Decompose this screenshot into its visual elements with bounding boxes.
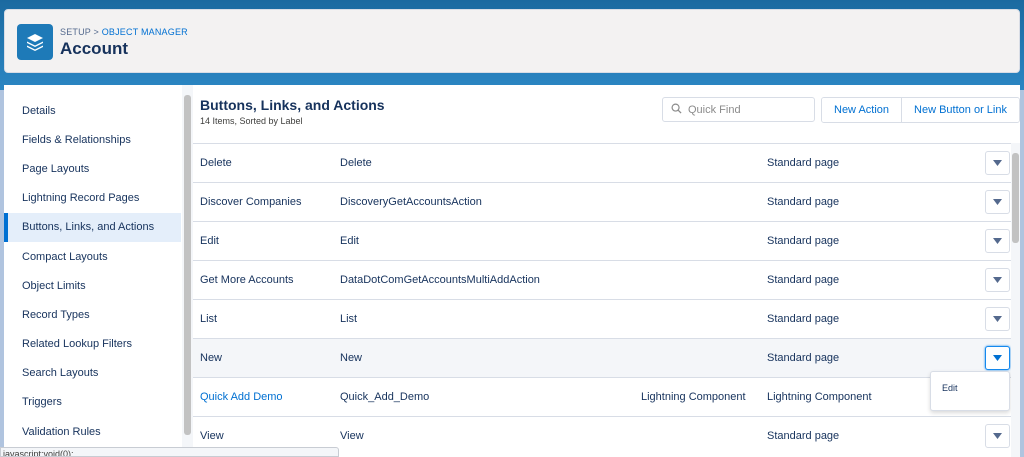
table-row: Delete Delete Standard page [193,143,1011,182]
sidebar-item-details[interactable]: Details [4,96,181,125]
row-actions-button[interactable] [985,190,1010,214]
row-name: Delete [340,157,372,169]
row-content-source: Lightning Component [767,391,872,403]
breadcrumb-separator: > [90,27,102,37]
row-name: List [340,313,358,325]
sidebar-item-label: Fields & Relationships [22,133,131,146]
row-name: Quick_Add_Demo [340,391,430,403]
row-label: List [200,313,218,325]
item-count: 14 Items, Sorted by Label [200,116,303,126]
row-label: Edit [200,235,219,247]
section-title: Buttons, Links, and Actions [200,97,385,113]
sidebar-item-record-types[interactable]: Record Types [4,300,181,329]
row-label: New [200,352,223,364]
row-content-source: Standard page [767,274,840,286]
new-button-or-link-button[interactable]: New Button or Link [901,98,1019,122]
sidebar-item-label: Lightning Record Pages [22,192,140,205]
row-label: Discover Companies [200,196,302,208]
dropdown-edit-item[interactable]: Edit [942,383,958,393]
sidebar-scrollbar[interactable] [182,85,193,457]
sidebar-item-label: Page Layouts [22,162,90,175]
breadcrumb-setup: SETUP [60,27,91,37]
sidebar-item-label: Buttons, Links, and Actions [22,221,155,234]
breadcrumb-object-manager-link[interactable]: OBJECT MANAGER [102,27,188,37]
main-panel: Buttons, Links, and Actions 14 Items, So… [193,85,1020,457]
row-actions-button[interactable] [985,229,1010,253]
actions-table: Delete Delete Standard page Discover Com… [193,143,1011,455]
main-scrollbar-thumb[interactable] [1012,153,1019,243]
row-content-source: Standard page [767,157,840,169]
object-header: SETUP > OBJECT MANAGER Account [4,9,1020,73]
chevron-down-icon [993,157,1002,169]
sidebar-item-fields-relationships[interactable]: Fields & Relationships [4,125,181,154]
table-row: Discover Companies DiscoveryGetAccountsA… [193,182,1011,221]
table-row: Get More Accounts DataDotComGetAccountsM… [193,260,1011,299]
table-row: New New Standard page [193,338,1011,377]
chevron-down-icon [993,196,1002,208]
chevron-down-icon [993,430,1002,442]
row-name: New [340,352,363,364]
row-name: Edit [340,235,359,247]
sidebar-item-label: Object Limits [22,279,86,292]
row-label-link[interactable]: Quick Add Demo [200,378,283,416]
sidebar-item-label: Triggers [22,396,62,409]
sidebar-item-search-layouts[interactable]: Search Layouts [4,359,181,388]
table-row: Edit Edit Standard page [193,221,1011,260]
sidebar-item-object-limits[interactable]: Object Limits [4,271,181,300]
table-row: List List Standard page [193,299,1011,338]
chevron-down-icon [993,313,1002,325]
sidebar-nav: Details Fields & Relationships Page Layo… [4,96,181,446]
sidebar: Details Fields & Relationships Page Layo… [4,85,193,457]
row-content-source: Standard page [767,196,840,208]
sidebar-item-label: Validation Rules [22,425,101,438]
sidebar-item-lightning-record-pages[interactable]: Lightning Record Pages [4,184,181,213]
sidebar-item-validation-rules[interactable]: Validation Rules [4,417,181,446]
page-title: Account [60,39,128,58]
chevron-down-icon [993,274,1002,286]
breadcrumb: SETUP > OBJECT MANAGER [60,27,188,37]
sidebar-item-related-lookup-filters[interactable]: Related Lookup Filters [4,330,181,359]
sidebar-item-label: Details [22,104,56,117]
row-label: Delete [200,157,232,169]
row-content-source: Standard page [767,352,840,364]
browser-status-bar: javascript:void(0); [0,447,339,457]
row-content-source: Standard page [767,313,840,325]
action-button-group: New Action New Button or Link [821,97,1020,123]
quick-find-box[interactable] [662,97,815,122]
row-actions-button[interactable] [985,424,1010,448]
row-override: Lightning Component [641,391,746,403]
sidebar-item-label: Record Types [22,308,90,321]
chevron-down-icon [993,352,1002,364]
row-content-source: Standard page [767,430,840,442]
main-scrollbar[interactable] [1011,143,1020,457]
search-icon [671,101,682,119]
layers-icon [17,24,53,60]
new-action-button[interactable]: New Action [822,98,902,122]
sidebar-item-label: Search Layouts [22,367,99,380]
row-label: Get More Accounts [200,274,294,286]
sidebar-item-compact-layouts[interactable]: Compact Layouts [4,242,181,271]
sidebar-item-label: Compact Layouts [22,250,108,263]
quick-find-input[interactable] [688,103,808,116]
row-name: DataDotComGetAccountsMultiAddAction [340,274,540,286]
sidebar-item-label: Related Lookup Filters [22,338,133,351]
sidebar-item-triggers[interactable]: Triggers [4,388,181,417]
row-actions-button[interactable] [985,268,1010,292]
row-name: DiscoveryGetAccountsAction [340,196,482,208]
row-actions-button[interactable] [985,307,1010,331]
sidebar-item-buttons-links-actions[interactable]: Buttons, Links, and Actions [4,212,181,243]
table-row: Quick Add Demo Quick_Add_Demo Lightning … [193,377,1011,416]
row-actions-button[interactable] [985,151,1010,175]
sidebar-scrollbar-thumb[interactable] [184,95,191,435]
chevron-down-icon [993,235,1002,247]
row-content-source: Standard page [767,235,840,247]
row-name: View [340,430,364,442]
row-actions-button[interactable] [985,346,1010,370]
sidebar-item-page-layouts[interactable]: Page Layouts [4,154,181,183]
row-actions-dropdown: Edit [930,371,1010,411]
